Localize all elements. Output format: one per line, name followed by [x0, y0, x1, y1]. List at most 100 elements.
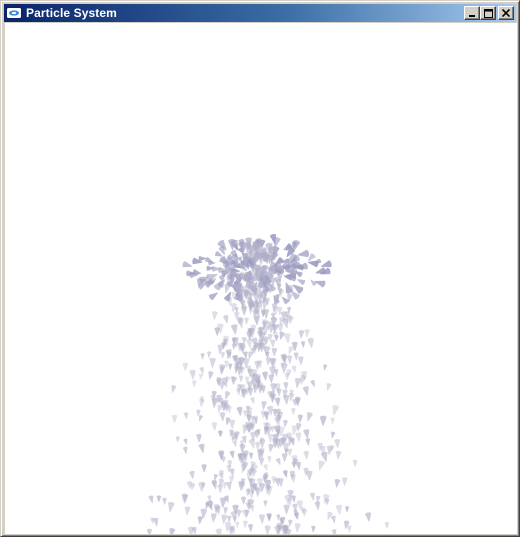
maximize-icon [483, 8, 493, 18]
particle [240, 306, 248, 316]
particle [300, 341, 306, 348]
particle [268, 443, 275, 453]
particle [197, 481, 205, 493]
particle [335, 504, 343, 515]
particle [287, 448, 293, 457]
particle [208, 292, 219, 301]
particle [281, 363, 288, 374]
particle [307, 337, 314, 348]
particle [331, 529, 337, 534]
particle [297, 414, 304, 423]
close-icon [502, 9, 510, 17]
particle [199, 398, 205, 408]
particle [232, 440, 237, 448]
particle [171, 414, 178, 424]
minimize-button[interactable] [464, 6, 480, 20]
particle [384, 521, 390, 529]
particle [220, 352, 226, 359]
particle [182, 260, 193, 268]
title-bar[interactable]: Particle System [4, 4, 516, 22]
particle [189, 369, 196, 380]
particle [279, 331, 285, 340]
particle [258, 514, 266, 524]
particle [310, 279, 317, 286]
particle [225, 349, 232, 359]
particle [211, 311, 218, 320]
particle [211, 480, 218, 490]
particle [334, 478, 341, 488]
particle [183, 438, 188, 445]
particle [219, 364, 226, 374]
particle [305, 438, 311, 446]
particle [230, 324, 238, 335]
particle [192, 380, 197, 388]
particle [303, 429, 310, 439]
particle [306, 412, 313, 422]
particle [198, 373, 204, 380]
particle [327, 511, 333, 520]
particle [274, 397, 281, 407]
maximize-button[interactable] [480, 6, 496, 20]
particle [156, 495, 162, 503]
particle [352, 459, 358, 467]
particle [319, 415, 327, 426]
particle [250, 397, 255, 404]
particle [208, 371, 214, 380]
particle [331, 431, 336, 439]
particle [175, 436, 180, 443]
particle [146, 528, 152, 534]
particle [182, 446, 188, 455]
particle [162, 497, 167, 505]
app-icon[interactable] [6, 6, 22, 20]
particle [183, 412, 189, 420]
particle [318, 460, 326, 471]
particle [297, 279, 306, 286]
particle [213, 474, 219, 481]
particle [235, 521, 240, 528]
particle [171, 385, 177, 393]
particle [230, 511, 238, 522]
close-button[interactable] [498, 6, 514, 20]
caption-buttons [464, 6, 514, 20]
particle [210, 513, 217, 523]
particle [219, 497, 227, 508]
particle [291, 365, 297, 373]
particle [332, 405, 340, 416]
particle [209, 357, 217, 368]
particle [364, 512, 372, 522]
particle [297, 356, 304, 365]
particle [267, 456, 272, 463]
particle [222, 315, 229, 324]
particle [148, 495, 154, 503]
window-title: Particle System [26, 6, 117, 20]
particle [217, 484, 224, 493]
particle [263, 500, 268, 507]
particle [323, 364, 328, 371]
particle [326, 383, 332, 391]
particle [242, 520, 248, 528]
minimize-icon [469, 15, 475, 17]
particle [261, 371, 268, 381]
particle [310, 380, 315, 387]
particle [298, 330, 305, 339]
particle [201, 464, 207, 473]
particle [270, 339, 276, 348]
particle [263, 464, 268, 471]
particle [229, 450, 235, 459]
particle [152, 517, 159, 527]
render-viewport[interactable] [5, 23, 517, 534]
particle [206, 351, 212, 358]
particle [330, 515, 336, 523]
particle [244, 317, 250, 325]
particle [227, 363, 233, 370]
particle [302, 386, 309, 396]
particle [248, 452, 254, 460]
particle [293, 352, 299, 361]
particle [169, 528, 176, 534]
particle [334, 439, 341, 449]
particle [259, 457, 265, 466]
particle [306, 470, 313, 481]
particle [219, 381, 226, 390]
particle [271, 347, 278, 357]
particle [275, 458, 281, 466]
